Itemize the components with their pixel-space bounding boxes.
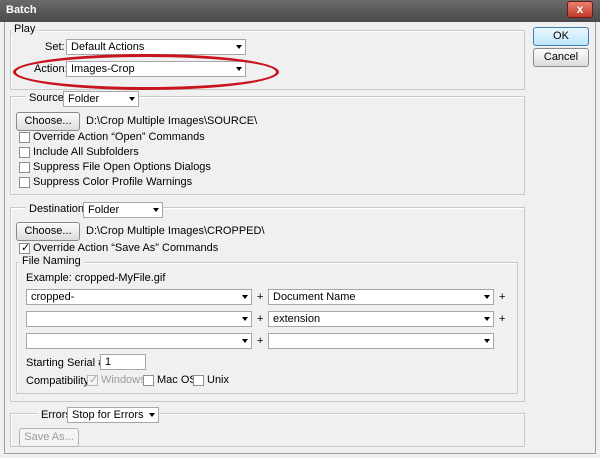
title-bar: Batch x xyxy=(0,0,600,22)
source-choose-label: Choose... xyxy=(24,115,72,127)
source-path: D:\Crop Multiple Images\SOURCE\ xyxy=(86,115,258,127)
naming-field-5[interactable] xyxy=(26,333,252,349)
suppress-color-profile-checkbox[interactable] xyxy=(19,177,30,188)
naming-example: Example: cropped-MyFile.gif xyxy=(26,272,166,284)
destination-path: D:\Crop Multiple Images\CROPPED\ xyxy=(86,225,265,237)
destination-select-value: Folder xyxy=(88,204,120,216)
naming-field-2[interactable]: Document Name xyxy=(268,289,494,305)
window-title: Batch xyxy=(6,4,37,16)
plus-sign: + xyxy=(257,313,264,325)
naming-field-4[interactable]: extension xyxy=(268,311,494,327)
set-select-value: Default Actions xyxy=(71,41,145,53)
destination-label: Destination: xyxy=(26,203,91,216)
chevron-down-icon xyxy=(242,295,248,299)
file-naming-legend: File Naming xyxy=(19,255,84,268)
check-icon: ✓ xyxy=(89,374,99,386)
source-select-value: Folder xyxy=(68,93,100,105)
chevron-down-icon xyxy=(236,45,242,49)
chevron-down-icon xyxy=(242,317,248,321)
plus-sign: + xyxy=(499,291,506,303)
chevron-down-icon xyxy=(129,97,135,101)
compat-windows-label: Windows xyxy=(101,374,146,386)
errors-select[interactable]: Stop for Errors xyxy=(67,407,159,423)
serial-label: Starting Serial #: xyxy=(26,357,108,369)
override-save-as-checkbox[interactable]: ✓ xyxy=(19,242,31,254)
check-icon: ✓ xyxy=(21,242,31,254)
serial-input[interactable]: 1 xyxy=(100,354,146,370)
naming-field-3[interactable] xyxy=(26,311,252,327)
naming-field-1[interactable]: cropped- xyxy=(26,289,252,305)
serial-input-value: 1 xyxy=(105,356,112,368)
source-choose-button[interactable]: Choose... xyxy=(16,112,80,131)
plus-sign: + xyxy=(257,335,264,347)
play-legend: Play xyxy=(11,23,39,36)
ok-button-label: OK xyxy=(553,30,569,42)
naming-field-1-value: cropped- xyxy=(31,291,75,303)
suppress-open-dialogs-checkbox[interactable] xyxy=(19,162,30,173)
compat-macos-checkbox[interactable] xyxy=(143,375,154,386)
batch-dialog: Play Set: Default Actions Action: Images… xyxy=(4,22,596,454)
destination-choose-button[interactable]: Choose... xyxy=(16,222,80,241)
chevron-down-icon xyxy=(153,208,159,212)
override-save-as-label: Override Action “Save As” Commands xyxy=(33,242,219,254)
close-icon: x xyxy=(576,2,584,16)
compat-unix-label: Unix xyxy=(207,374,230,386)
compat-windows-checkbox[interactable]: ✓ xyxy=(87,374,99,386)
source-select[interactable]: Folder xyxy=(63,91,139,107)
chevron-down-icon xyxy=(484,317,490,321)
include-subfolders-checkbox[interactable] xyxy=(19,147,30,158)
destination-choose-label: Choose... xyxy=(24,225,72,237)
chevron-down-icon xyxy=(484,295,490,299)
naming-field-6[interactable] xyxy=(268,333,494,349)
plus-sign: + xyxy=(499,313,506,325)
compat-unix-checkbox[interactable] xyxy=(193,375,204,386)
plus-sign: + xyxy=(257,291,264,303)
set-select[interactable]: Default Actions xyxy=(66,39,246,55)
highlight-annotation xyxy=(13,54,279,90)
chevron-down-icon xyxy=(484,339,490,343)
compatibility-label: Compatibility: xyxy=(26,375,93,387)
destination-select[interactable]: Folder xyxy=(83,202,163,218)
chevron-down-icon xyxy=(242,339,248,343)
include-subfolders-label: Include All Subfolders xyxy=(33,146,139,158)
cancel-button-label: Cancel xyxy=(543,51,579,63)
chevron-down-icon xyxy=(149,413,155,417)
ok-button[interactable]: OK xyxy=(533,27,589,46)
suppress-open-dialogs-label: Suppress File Open Options Dialogs xyxy=(33,161,211,173)
compat-macos-label: Mac OS xyxy=(157,374,197,386)
override-open-label: Override Action “Open” Commands xyxy=(33,131,205,143)
naming-field-4-value: extension xyxy=(273,313,321,325)
override-open-checkbox[interactable] xyxy=(19,132,30,143)
naming-field-2-value: Document Name xyxy=(273,291,356,303)
suppress-color-profile-label: Suppress Color Profile Warnings xyxy=(33,176,193,188)
save-as-button[interactable]: Save As... xyxy=(19,428,79,447)
save-as-label: Save As... xyxy=(24,431,74,443)
errors-select-value: Stop for Errors xyxy=(72,409,144,421)
close-button[interactable]: x xyxy=(567,1,593,18)
cancel-button[interactable]: Cancel xyxy=(533,48,589,67)
set-label: Set: xyxy=(45,41,65,53)
